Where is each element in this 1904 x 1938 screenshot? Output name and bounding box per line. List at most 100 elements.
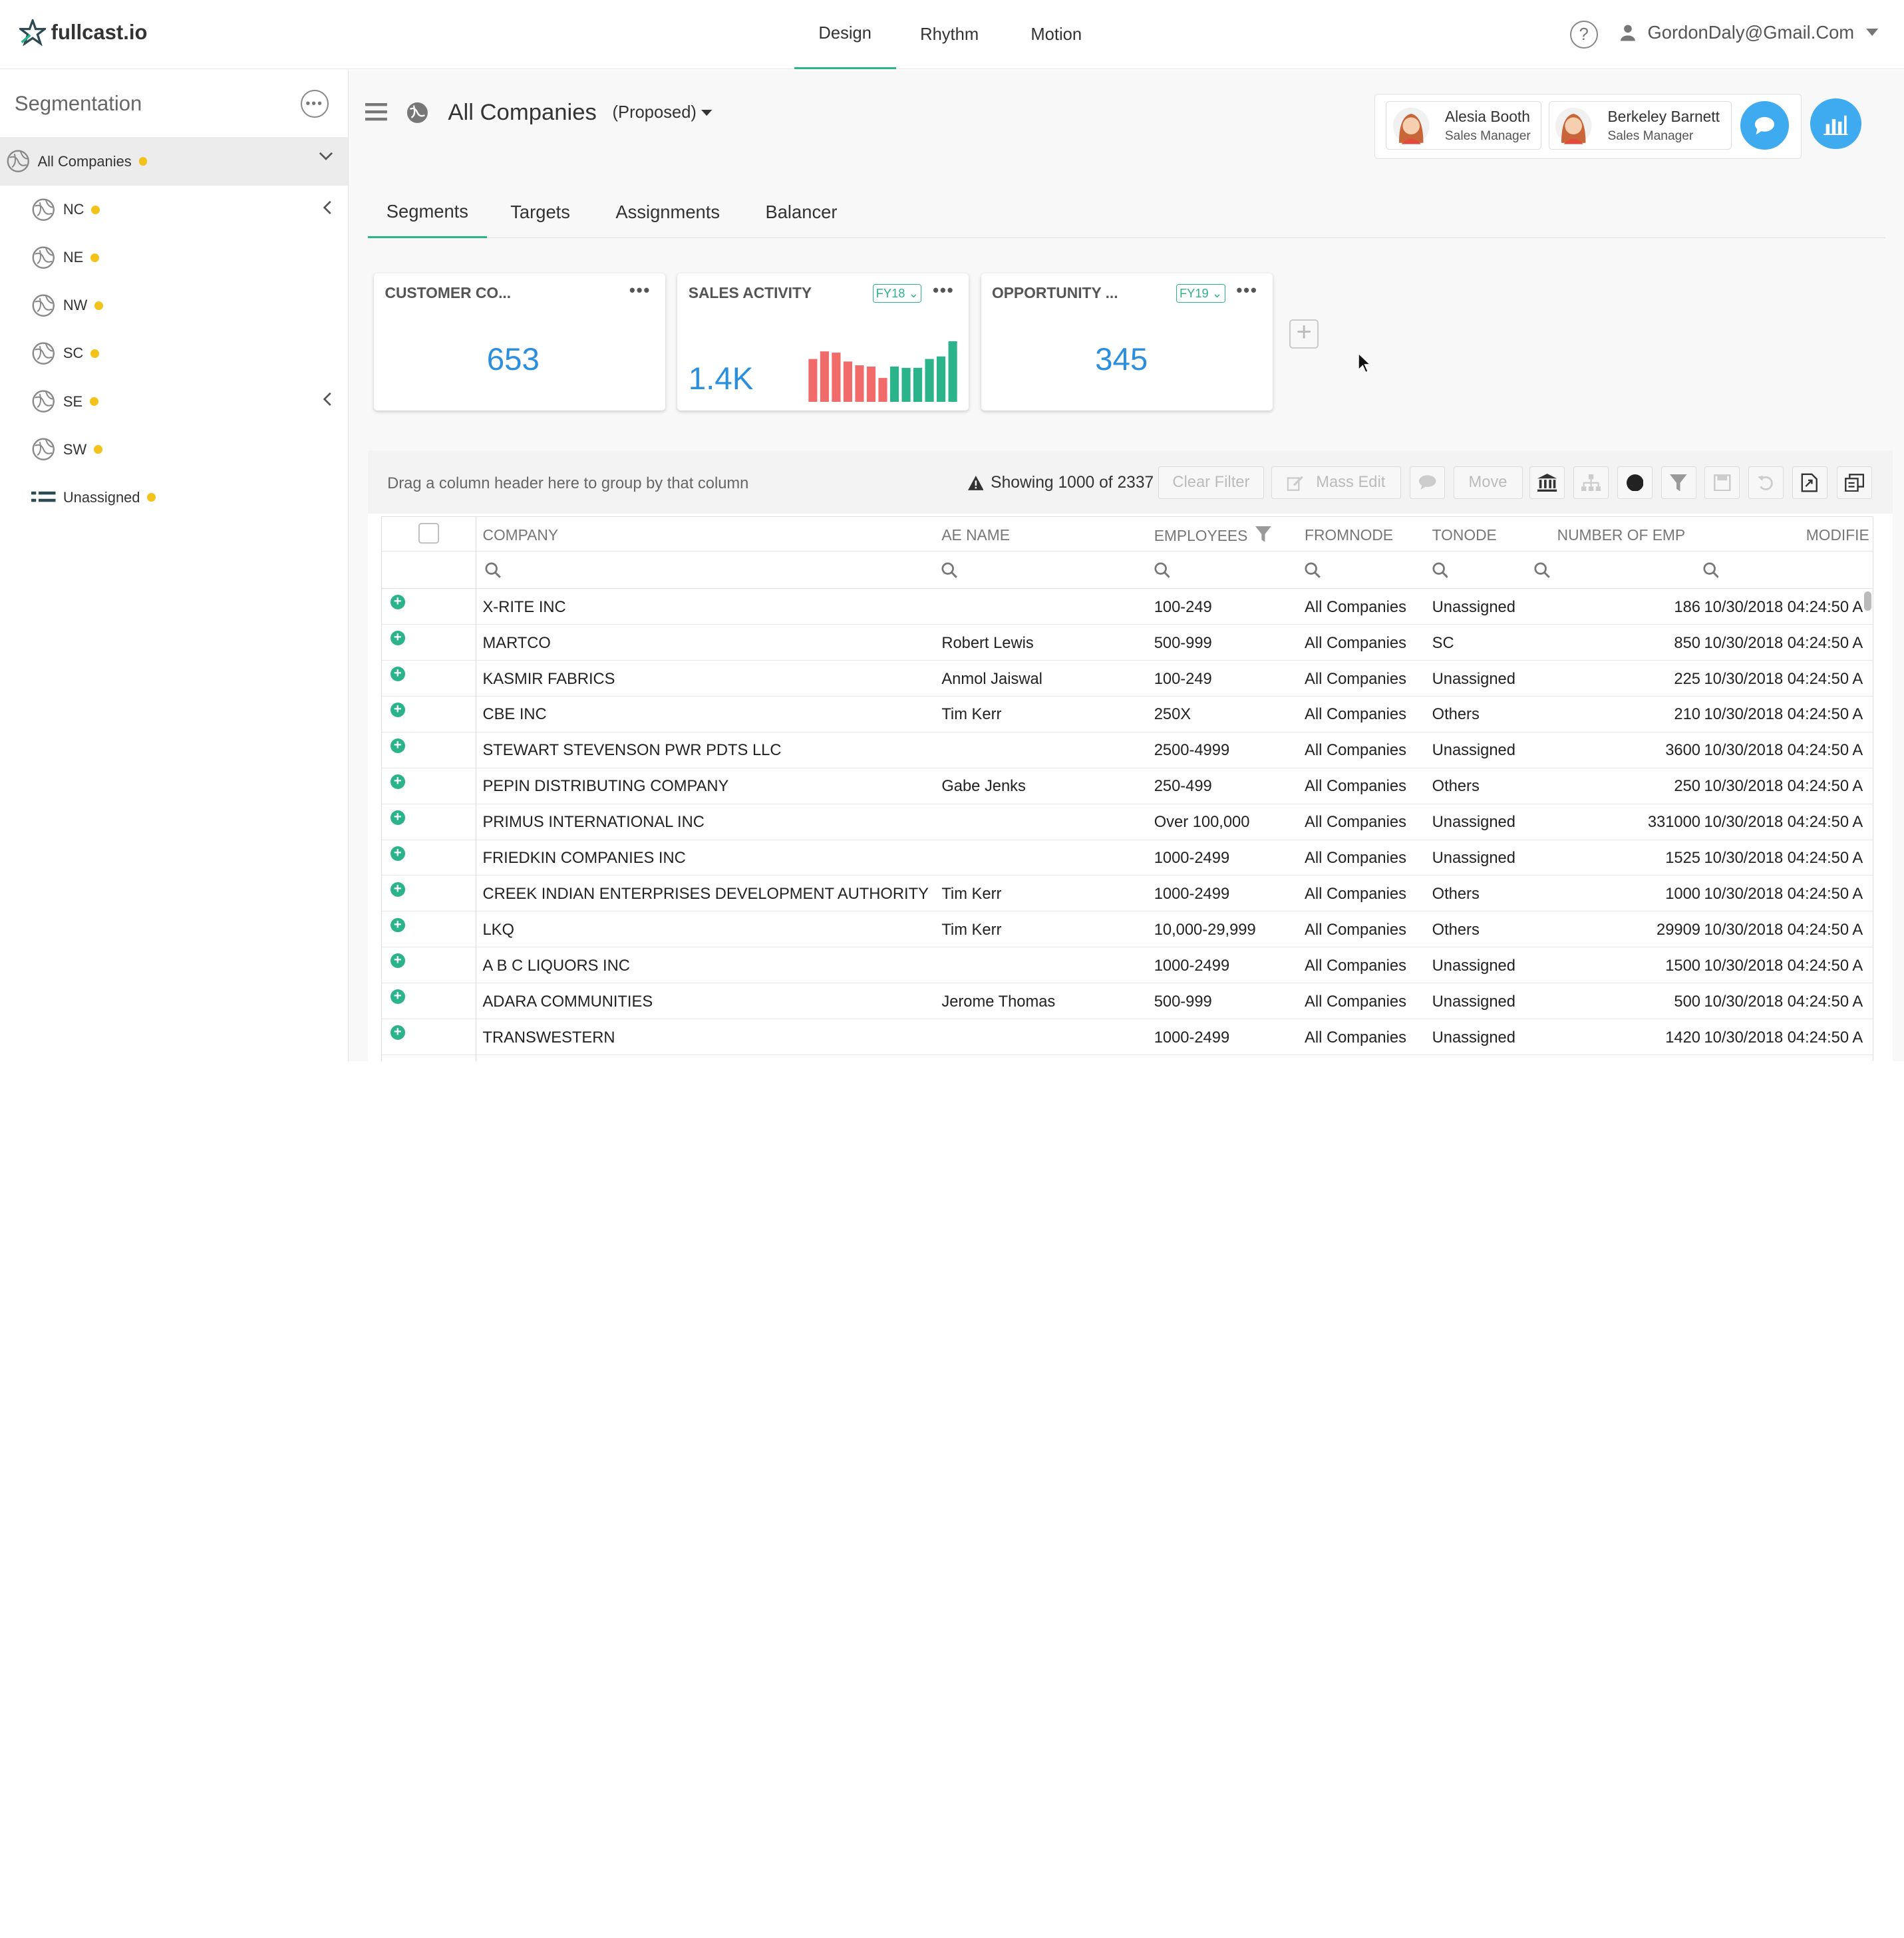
sidebar-item-sw[interactable]: SW bbox=[0, 426, 348, 474]
tab-balancer[interactable]: Balancer bbox=[752, 187, 852, 238]
fiscal-year-select[interactable]: FY19 ⌄ bbox=[1176, 284, 1225, 303]
hamburger-menu-icon[interactable] bbox=[365, 103, 388, 121]
sidebar-item-se[interactable]: SE bbox=[0, 378, 348, 426]
search-icon[interactable] bbox=[1534, 562, 1550, 578]
more-options-icon[interactable]: ••• bbox=[300, 90, 329, 118]
sidebar-item-nc[interactable]: NC bbox=[0, 186, 348, 234]
undo-button[interactable] bbox=[1748, 466, 1784, 500]
table-row[interactable]: + TRANSWESTERN 1000-2499 All Companies Unass… bbox=[382, 1019, 1873, 1056]
opportunity-card[interactable]: OPPORTUNITY ... FY19 ⌄ ••• 345 bbox=[981, 273, 1273, 410]
card-menu-icon[interactable]: ••• bbox=[629, 281, 651, 301]
column-header-employees[interactable]: EMPLOYEES bbox=[1154, 526, 1271, 545]
add-row-icon[interactable]: + bbox=[390, 774, 405, 789]
mass-edit-button[interactable]: Mass Edit bbox=[1271, 466, 1402, 500]
add-row-icon[interactable]: + bbox=[390, 917, 405, 933]
column-header-tonode[interactable]: TONODE bbox=[1432, 526, 1497, 544]
version-dropdown[interactable]: (Proposed) bbox=[613, 103, 713, 122]
chevron-down-icon[interactable] bbox=[319, 152, 333, 162]
search-icon[interactable] bbox=[485, 562, 501, 578]
table-row[interactable]: + LKQ Tim Kerr 10,000-29,999 All Companies Ot… bbox=[382, 911, 1873, 948]
table-row[interactable]: + CREEK INDIAN ENTERPRISES DEVELOPMENT AU… bbox=[382, 876, 1873, 912]
column-header-fromnode[interactable]: FROMNODE bbox=[1305, 526, 1393, 544]
add-row-icon[interactable]: + bbox=[390, 1025, 405, 1041]
add-row-icon[interactable]: + bbox=[390, 953, 405, 969]
add-row-icon[interactable]: + bbox=[390, 702, 405, 717]
search-icon[interactable] bbox=[1432, 562, 1448, 578]
nav-motion[interactable]: Motion bbox=[1003, 0, 1110, 69]
tab-assignments[interactable]: Assignments bbox=[603, 187, 732, 238]
export-button[interactable] bbox=[1792, 466, 1827, 500]
sales-activity-card[interactable]: SALES ACTIVITY FY18 ⌄ ••• 1.4K bbox=[677, 273, 969, 410]
table-row[interactable]: + STEWART STEVENSON PWR PDTS LLC 2500-4999… bbox=[382, 732, 1873, 768]
chevron-left-icon[interactable] bbox=[322, 392, 332, 406]
cell-tonode: Unassigned bbox=[1432, 993, 1515, 1011]
search-icon[interactable] bbox=[941, 562, 958, 578]
sidebar-item-unassigned[interactable]: Unassigned bbox=[0, 474, 348, 522]
sidebar-item-nw[interactable]: NW bbox=[0, 281, 348, 329]
add-row-icon[interactable]: + bbox=[390, 846, 405, 861]
table-row[interactable]: + PEPIN DISTRIBUTING COMPANY Gabe Jenks 250… bbox=[382, 768, 1873, 804]
add-row-icon[interactable]: + bbox=[390, 882, 405, 897]
select-all-checkbox[interactable] bbox=[418, 522, 439, 544]
table-row[interactable]: + FRIEDKIN COMPANIES INC 1000-2499 All Comp… bbox=[382, 840, 1873, 876]
help-icon[interactable]: ? bbox=[1569, 21, 1598, 49]
sidebar-item-all-companies[interactable]: All Companies bbox=[0, 137, 348, 186]
add-row-icon[interactable]: + bbox=[390, 666, 405, 681]
add-row-icon[interactable]: + bbox=[390, 738, 405, 753]
customer-count-card[interactable]: CUSTOMER CO... ••• 653 bbox=[374, 273, 666, 410]
fiscal-year-select[interactable]: FY18 ⌄ bbox=[873, 284, 922, 303]
table-row[interactable]: + X-RITE INC 100-249 All Companies Unassigne… bbox=[382, 589, 1873, 625]
search-icon[interactable] bbox=[1154, 562, 1170, 578]
column-header-company[interactable]: COMPANY bbox=[482, 526, 558, 544]
card-menu-icon[interactable]: ••• bbox=[1236, 281, 1257, 301]
sidebar-item-sc[interactable]: SC bbox=[0, 329, 348, 377]
table-row[interactable]: + ADARA COMMUNITIES Jerome Thomas 500-999 Al… bbox=[382, 983, 1873, 1020]
columns-button[interactable] bbox=[1837, 466, 1873, 500]
table-row[interactable]: + PRIMUS INTERNATIONAL INC Over 100,000 All… bbox=[382, 804, 1873, 840]
analytics-button[interactable] bbox=[1810, 98, 1861, 150]
user-email: GordonDaly@Gmail.Com bbox=[1647, 21, 1855, 43]
chevron-left-icon[interactable] bbox=[322, 200, 332, 215]
globe-icon bbox=[407, 102, 428, 123]
add-card-button[interactable]: + bbox=[1289, 318, 1319, 349]
save-button[interactable] bbox=[1704, 466, 1740, 500]
add-row-icon[interactable]: + bbox=[390, 989, 405, 1005]
table-row[interactable]: + MARTCO Robert Lewis 500-999 All Companies S… bbox=[382, 625, 1873, 661]
tab-targets[interactable]: Targets bbox=[496, 187, 583, 238]
column-header-modified[interactable]: MODIFIE bbox=[1806, 526, 1869, 544]
nav-rhythm[interactable]: Rhythm bbox=[896, 0, 1003, 69]
clear-filter-button[interactable]: Clear Filter bbox=[1158, 466, 1264, 500]
add-row-icon[interactable]: + bbox=[390, 594, 405, 610]
search-icon[interactable] bbox=[1703, 562, 1719, 578]
filter-icon[interactable] bbox=[1255, 526, 1271, 542]
fullcast-logo[interactable]: fullcast.io bbox=[19, 19, 147, 47]
chat-button[interactable] bbox=[1740, 101, 1790, 150]
manager-card[interactable]: Alesia Booth Sales Manager bbox=[1386, 101, 1541, 150]
hierarchy-button[interactable] bbox=[1573, 466, 1609, 500]
search-icon[interactable] bbox=[1305, 562, 1321, 578]
warning-icon bbox=[967, 475, 984, 490]
table-row[interactable]: + KASMIR FABRICS Anmol Jaiswal 100-249 All C… bbox=[382, 661, 1873, 697]
add-row-icon[interactable]: + bbox=[390, 810, 405, 825]
user-menu[interactable]: GordonDaly@Gmail.Com bbox=[1621, 21, 1879, 43]
vertical-scrollbar[interactable] bbox=[1864, 591, 1872, 611]
comment-button[interactable] bbox=[1409, 466, 1445, 500]
table-row[interactable]: + CBE INC Tim Kerr 250X All Companies Others 2… bbox=[382, 697, 1873, 732]
nav-design[interactable]: Design bbox=[794, 0, 896, 70]
manager-card[interactable]: Berkeley Barnett Sales Manager bbox=[1548, 101, 1732, 150]
column-header-number-of-emp[interactable]: NUMBER OF EMP bbox=[1557, 526, 1686, 544]
hierarchy-icon bbox=[1581, 474, 1601, 492]
tab-segments[interactable]: Segments bbox=[367, 187, 487, 238]
column-header-ae-name[interactable]: AE NAME bbox=[941, 526, 1010, 544]
card-menu-icon[interactable]: ••• bbox=[933, 281, 954, 301]
institution-button[interactable] bbox=[1529, 466, 1565, 500]
sidebar-item-ne[interactable]: NE bbox=[0, 234, 348, 281]
table-row[interactable]: + A B C LIQUORS INC 1000-2499 All Companies… bbox=[382, 947, 1873, 984]
cell-modified: 10/30/2018 04:24:50 A bbox=[1704, 742, 1863, 760]
cell-modified: 10/30/2018 04:24:50 A bbox=[1704, 670, 1863, 688]
cell-fromnode: All Companies bbox=[1305, 742, 1406, 760]
filter-button[interactable] bbox=[1661, 466, 1696, 500]
move-button[interactable]: Move bbox=[1453, 466, 1523, 500]
record-button[interactable] bbox=[1617, 466, 1653, 500]
add-row-icon[interactable]: + bbox=[390, 630, 405, 646]
